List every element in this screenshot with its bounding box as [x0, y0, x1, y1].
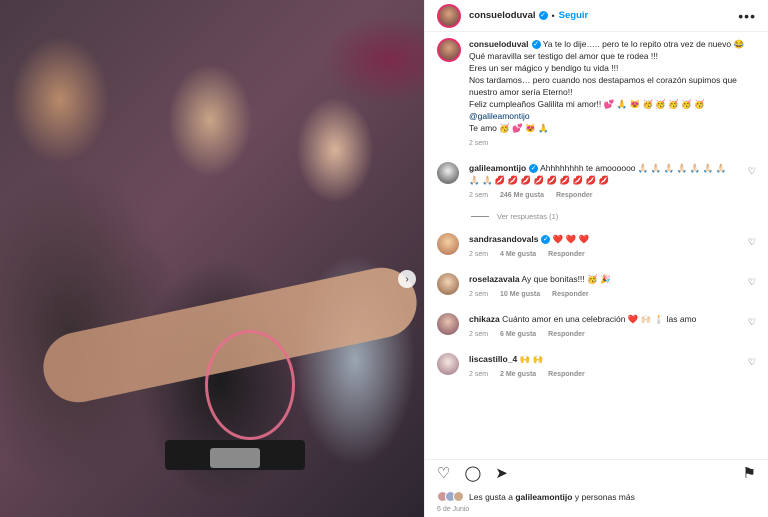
verified-icon: ✓ [529, 164, 539, 174]
comment: sandrasandovals ✓ ❤️ ❤️ ❤️ 2 sem 4 Me gus… [437, 233, 756, 261]
likes-user[interactable]: galileamontijo [515, 492, 572, 502]
likes-summary[interactable]: Les gusta a galileamontijo y personas má… [437, 491, 635, 502]
caption-line: Eres un ser mágico y bendigo tu vida !!! [469, 63, 619, 73]
caption-line: Ya te lo dije….. pero te lo repito otra … [542, 39, 745, 49]
author-username[interactable]: consueloduval [469, 10, 536, 21]
comment-likes[interactable]: 10 Me gusta [500, 291, 540, 298]
comment-text: Cuánto amor en una celebración ❤️ 🙌🏻 🕯️ … [502, 314, 697, 324]
verified-icon: ✓ [531, 40, 541, 50]
caption: consueloduval ✓ Ya te lo dije….. pero te … [437, 38, 756, 150]
comment-username[interactable]: galileamontijo [469, 163, 526, 173]
separator-dot: • [551, 10, 555, 21]
likes-prefix: Les gusta a [469, 491, 513, 502]
comment-like-icon[interactable]: ♡ [748, 277, 756, 288]
comment-body: liscastillo_4 🙌 🙌 2 sem 2 Me gusta Respo… [469, 353, 756, 381]
comment-body: galileamontijo ✓ Ahhhhhhhh te amoooooo 🙏🏻… [469, 162, 756, 202]
comment: galileamontijo ✓ Ahhhhhhhh te amoooooo 🙏🏻… [437, 162, 756, 202]
comment-likes[interactable]: 6 Me gusta [500, 331, 536, 338]
commenter-avatar[interactable] [437, 162, 459, 184]
comment-time: 2 sem [469, 331, 489, 338]
verified-icon: ✓ [541, 235, 551, 245]
comment-meta: 2 sem 246 Me gusta Responder [469, 190, 738, 202]
caption-line: Nos tardamos… pero cuando nos destapamos… [469, 75, 737, 97]
liker-avatar [453, 491, 464, 502]
action-bar: ♡ ◯ ➤ ⚑ [425, 459, 768, 485]
comment: chikaza Cuánto amor en una celebración ❤… [437, 313, 756, 341]
next-image-button[interactable]: › [398, 270, 416, 288]
likes-suffix: y personas más [574, 491, 635, 502]
comment: roselazavala Ay que bonitas!!! 🥳 🎉 2 sem… [437, 273, 756, 301]
comment-text: 🙌 🙌 [519, 354, 544, 364]
commenter-avatar[interactable] [437, 313, 459, 335]
reply-button[interactable]: Responder [548, 251, 585, 258]
view-replies-button[interactable]: Ver respuestas (1) [471, 212, 756, 221]
reply-button[interactable]: Responder [556, 192, 593, 199]
comment-username[interactable]: roselazavala [469, 274, 520, 284]
comments-scroll[interactable]: consueloduval ✓ Ya te lo dije….. pero te … [425, 38, 768, 457]
caption-line: Te amo 🥳 💕 😻 🙏 [469, 123, 549, 133]
reply-button[interactable]: Responder [552, 291, 589, 298]
chevron-right-icon: › [405, 273, 409, 285]
replies-line [471, 216, 489, 217]
likes-text: Les gusta a galileamontijo y personas má… [469, 492, 635, 502]
save-icon[interactable]: ⚑ [743, 464, 756, 482]
comment-body: roselazavala Ay que bonitas!!! 🥳 🎉 2 sem… [469, 273, 756, 301]
comment-meta: 2 sem 2 Me gusta Responder [469, 369, 738, 381]
comment-likes[interactable]: 2 Me gusta [500, 371, 536, 378]
comment-like-icon[interactable]: ♡ [748, 357, 756, 368]
post-panel: consueloduval ✓ • Seguir ••• consueloduv… [424, 0, 768, 517]
view-replies-label: Ver respuestas (1) [497, 212, 559, 221]
commenter-avatar[interactable] [437, 273, 459, 295]
share-icon[interactable]: ➤ [495, 464, 508, 482]
caption-line: Qué maravilla ser testigo del amor que t… [469, 51, 658, 61]
caption-time: 2 sem [469, 140, 489, 147]
comment-time: 2 sem [469, 251, 489, 258]
comment-username[interactable]: chikaza [469, 314, 500, 324]
caption-mention[interactable]: @galileamontijo [469, 111, 530, 121]
comment-time: 2 sem [469, 192, 489, 199]
verified-icon: ✓ [538, 11, 548, 20]
caption-line: Feliz cumpleaños Galilita mi amor!! 💕 🙏 … [469, 99, 705, 109]
more-options-icon[interactable]: ••• [738, 8, 756, 24]
caption-meta: 2 sem [469, 138, 756, 150]
caption-username[interactable]: consueloduval [469, 39, 529, 49]
comment-meta: 2 sem 10 Me gusta Responder [469, 289, 738, 301]
comment-likes[interactable]: 246 Me gusta [500, 192, 544, 199]
post-photo[interactable]: › [0, 0, 424, 517]
photo-buckle [210, 448, 260, 468]
post-date: 6 de Junio [437, 506, 470, 513]
author-avatar[interactable] [437, 3, 461, 28]
comment-meta: 2 sem 6 Me gusta Responder [469, 329, 738, 341]
reply-button[interactable]: Responder [548, 371, 585, 378]
comment-body: chikaza Cuánto amor en una celebración ❤… [469, 313, 756, 341]
commenter-avatar[interactable] [437, 353, 459, 375]
comment-like-icon[interactable]: ♡ [748, 317, 756, 328]
reply-button[interactable]: Responder [548, 331, 585, 338]
comment-time: 2 sem [469, 371, 489, 378]
comment-like-icon[interactable]: ♡ [748, 237, 756, 248]
comment-time: 2 sem [469, 291, 489, 298]
comment-meta: 2 sem 4 Me gusta Responder [469, 249, 738, 261]
commenter-avatar[interactable] [437, 233, 459, 255]
comment-likes[interactable]: 4 Me gusta [500, 251, 536, 258]
comment: liscastillo_4 🙌 🙌 2 sem 2 Me gusta Respo… [437, 353, 756, 381]
comment-username[interactable]: liscastillo_4 [469, 354, 517, 364]
comment-username[interactable]: sandrasandovals [469, 234, 538, 244]
follow-button[interactable]: Seguir [559, 10, 589, 21]
like-icon[interactable]: ♡ [437, 464, 450, 482]
caption-avatar[interactable] [437, 38, 461, 62]
comment-text: ❤️ ❤️ ❤️ [552, 234, 590, 244]
comment-icon[interactable]: ◯ [464, 464, 481, 482]
caption-body: consueloduval ✓ Ya te lo dije….. pero te … [469, 38, 756, 150]
comment-text: Ay que bonitas!!! 🥳 🎉 [521, 274, 611, 284]
comment-body: sandrasandovals ✓ ❤️ ❤️ ❤️ 2 sem 4 Me gus… [469, 233, 756, 261]
photo-shirt-print [205, 330, 295, 440]
post-header: consueloduval ✓ • Seguir ••• [425, 0, 768, 32]
comment-like-icon[interactable]: ♡ [748, 166, 756, 177]
